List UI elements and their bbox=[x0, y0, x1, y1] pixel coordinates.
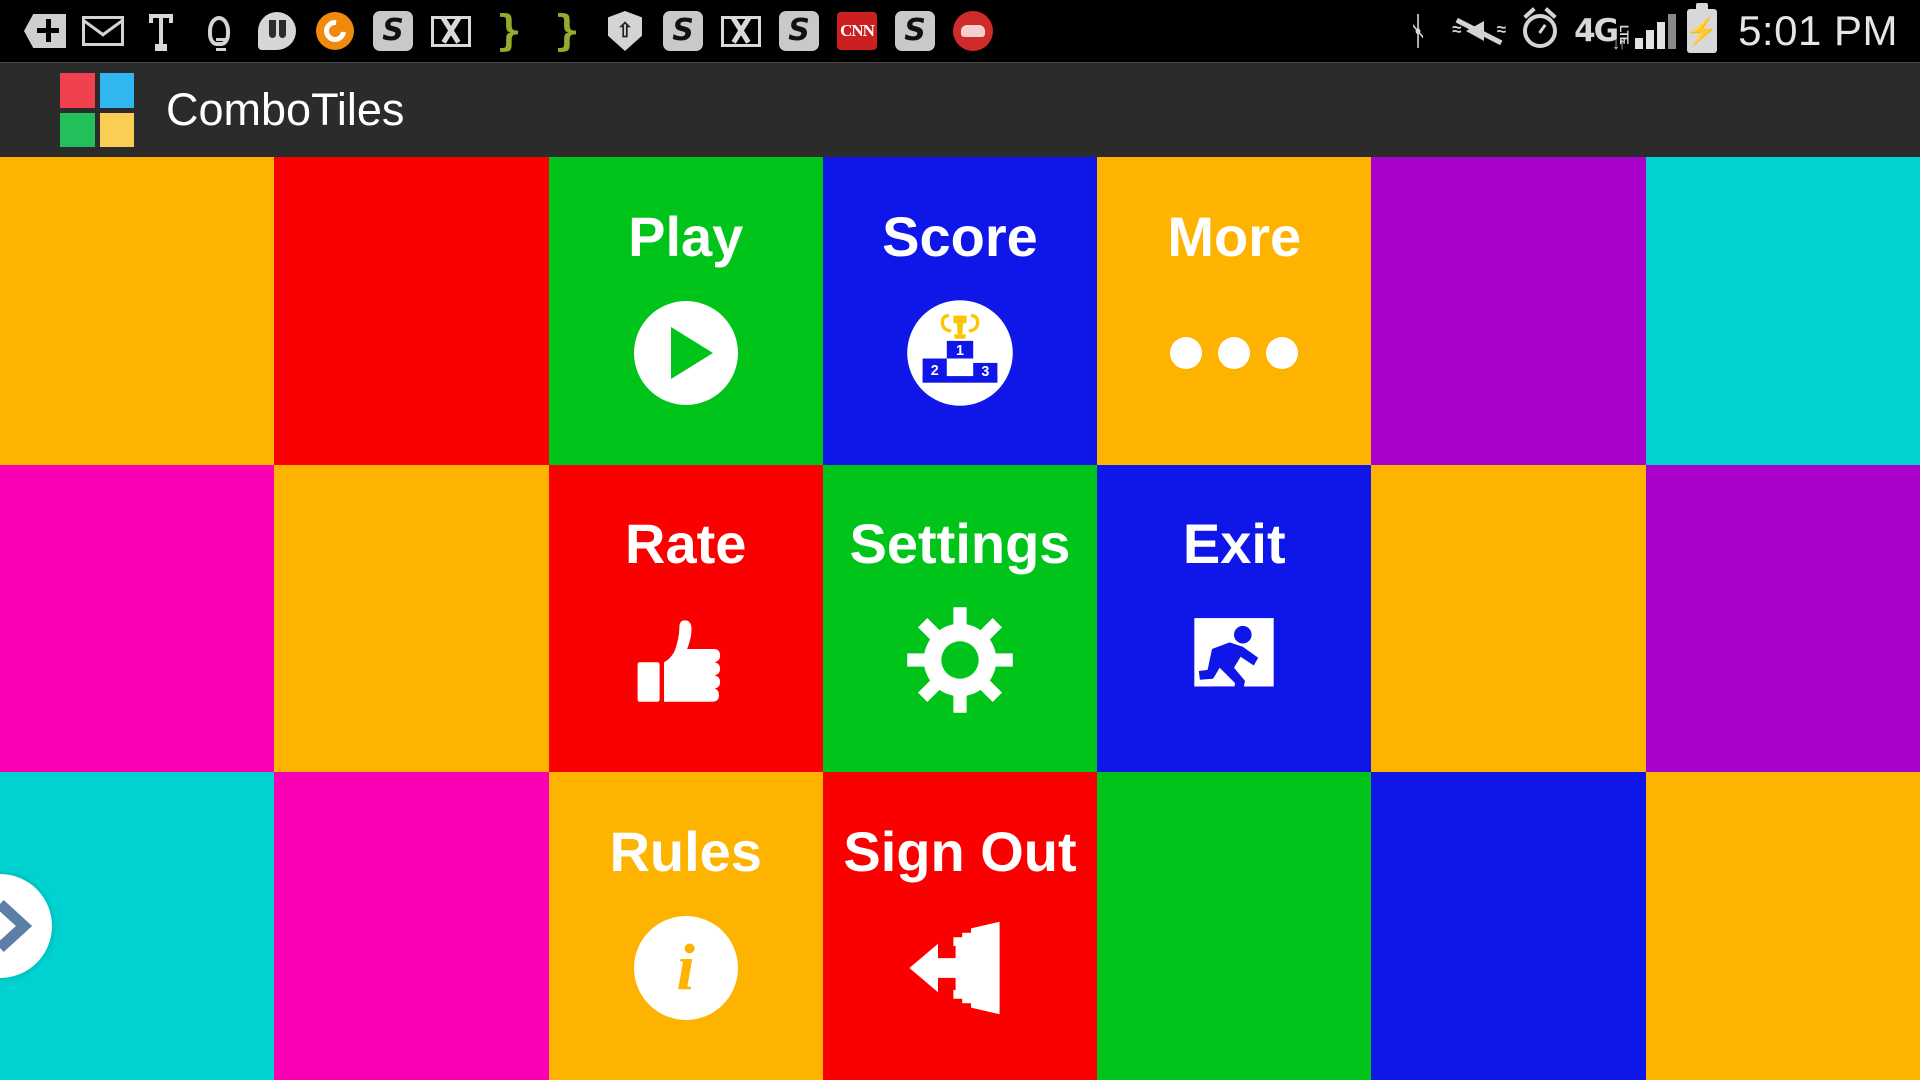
skype-message-icon-2: S bbox=[660, 8, 706, 54]
exit-running-icon bbox=[1174, 600, 1294, 720]
app-bar: ComboTiles bbox=[0, 62, 1920, 157]
tile-decorative-r3-c2 bbox=[274, 772, 549, 1080]
tile-label: Play bbox=[628, 204, 744, 268]
tile-decorative-r3-c7 bbox=[1645, 772, 1920, 1080]
tile-grid: Play Score 1 2 3 More Rate Settings Exit Rules i Si… bbox=[0, 157, 1920, 1080]
thumbs-up-icon bbox=[626, 600, 746, 720]
tile-sign-out[interactable]: Sign Out bbox=[822, 772, 1098, 1080]
svg-text:3: 3 bbox=[981, 364, 989, 380]
brace-icon-1: } bbox=[496, 6, 522, 56]
logo-tile-red bbox=[60, 73, 95, 108]
tile-label: Sign Out bbox=[843, 820, 1077, 884]
hangouts-icon bbox=[254, 8, 300, 54]
tile-decorative-r3-c6 bbox=[1371, 772, 1646, 1080]
data-transfer-arrows-icon: ↓↑ bbox=[1612, 36, 1626, 54]
tile-rules[interactable]: Rules i bbox=[548, 772, 823, 1080]
gear-icon bbox=[900, 600, 1020, 720]
skype-message-icon-3: S bbox=[776, 8, 822, 54]
tile-play[interactable]: Play bbox=[548, 157, 823, 465]
cnn-news-icon: CNN bbox=[834, 8, 880, 54]
tile-decorative-r1-c2 bbox=[274, 157, 549, 465]
play-icon bbox=[626, 293, 746, 413]
sign-out-icon bbox=[900, 908, 1020, 1028]
usb-debug-icon bbox=[138, 8, 184, 54]
vibrate-mute-icon: ≈ ≈ bbox=[1452, 8, 1506, 54]
tile-label: Rules bbox=[609, 820, 762, 884]
tile-label: Rate bbox=[625, 512, 747, 576]
tile-decorative-r2-c6 bbox=[1371, 464, 1646, 773]
logo-tile-green bbox=[60, 112, 95, 147]
status-bar-notification-icons: S } } ⇧ S S CNN S bbox=[0, 8, 1395, 54]
battery-charging-icon: ⚡ bbox=[1686, 3, 1718, 53]
email-icon bbox=[80, 8, 126, 54]
brace-icon-2: } bbox=[554, 6, 580, 56]
tile-decorative-r1-c7 bbox=[1645, 157, 1920, 465]
app-title: ComboTiles bbox=[166, 84, 405, 135]
status-bar[interactable]: S } } ⇧ S S CNN S ᛀ ≈ ≈ 4G LTE ↓↑ ⚡ 5:01 … bbox=[0, 0, 1920, 62]
gmail-icon-2 bbox=[718, 8, 764, 54]
signal-bars-icon bbox=[1635, 13, 1677, 49]
tile-decorative-r1-c6 bbox=[1371, 157, 1646, 465]
tile-label: Settings bbox=[849, 512, 1071, 576]
tile-more[interactable]: More bbox=[1097, 157, 1372, 465]
tile-decorative-r1-c1 bbox=[0, 157, 275, 465]
car-app-icon bbox=[950, 8, 996, 54]
tile-decorative-r3-c5 bbox=[1097, 772, 1372, 1080]
tile-decorative-r2-c7 bbox=[1645, 464, 1920, 773]
tile-decorative-r2-c2 bbox=[274, 464, 549, 773]
network-type-label: 4G bbox=[1574, 12, 1619, 49]
add-tag-icon bbox=[22, 8, 68, 54]
tile-label: Score bbox=[882, 204, 1038, 268]
skype-message-icon: S bbox=[370, 8, 416, 54]
logo-tile-yellow bbox=[99, 112, 134, 147]
chevron-right-icon bbox=[0, 900, 33, 953]
alarm-clock-icon bbox=[1517, 8, 1563, 54]
skype-message-icon-4: S bbox=[892, 8, 938, 54]
logo-tile-blue bbox=[99, 73, 134, 108]
info-icon: i bbox=[626, 908, 746, 1028]
status-bar-system-icons: ᛀ ≈ ≈ 4G LTE ↓↑ ⚡ 5:01 PM bbox=[1395, 3, 1920, 55]
ring-app-icon bbox=[312, 8, 358, 54]
status-bar-clock: 5:01 PM bbox=[1738, 7, 1898, 54]
tile-rate[interactable]: Rate bbox=[548, 464, 823, 773]
tile-label: More bbox=[1167, 204, 1302, 268]
app-logo-icon bbox=[60, 73, 134, 147]
lightbulb-icon bbox=[196, 8, 242, 54]
tile-label: Exit bbox=[1182, 512, 1286, 576]
network-type-indicator: 4G LTE ↓↑ bbox=[1574, 12, 1631, 53]
ellipsis-icon bbox=[1170, 293, 1299, 413]
shield-update-icon: ⇧ bbox=[602, 8, 648, 54]
gmail-icon bbox=[428, 8, 474, 54]
tile-settings[interactable]: Settings bbox=[822, 464, 1098, 773]
tile-exit[interactable]: Exit bbox=[1097, 464, 1372, 773]
bluetooth-icon: ᛀ bbox=[1406, 9, 1430, 53]
podium-trophy-icon: 1 2 3 bbox=[900, 293, 1020, 413]
drawer-open-handle[interactable] bbox=[0, 874, 52, 979]
svg-text:1: 1 bbox=[956, 343, 964, 359]
tile-score[interactable]: Score 1 2 3 bbox=[822, 157, 1098, 465]
tile-decorative-r2-c1 bbox=[0, 464, 275, 773]
tile-decorative-r3-c1 bbox=[0, 772, 275, 1080]
svg-text:2: 2 bbox=[931, 363, 939, 379]
